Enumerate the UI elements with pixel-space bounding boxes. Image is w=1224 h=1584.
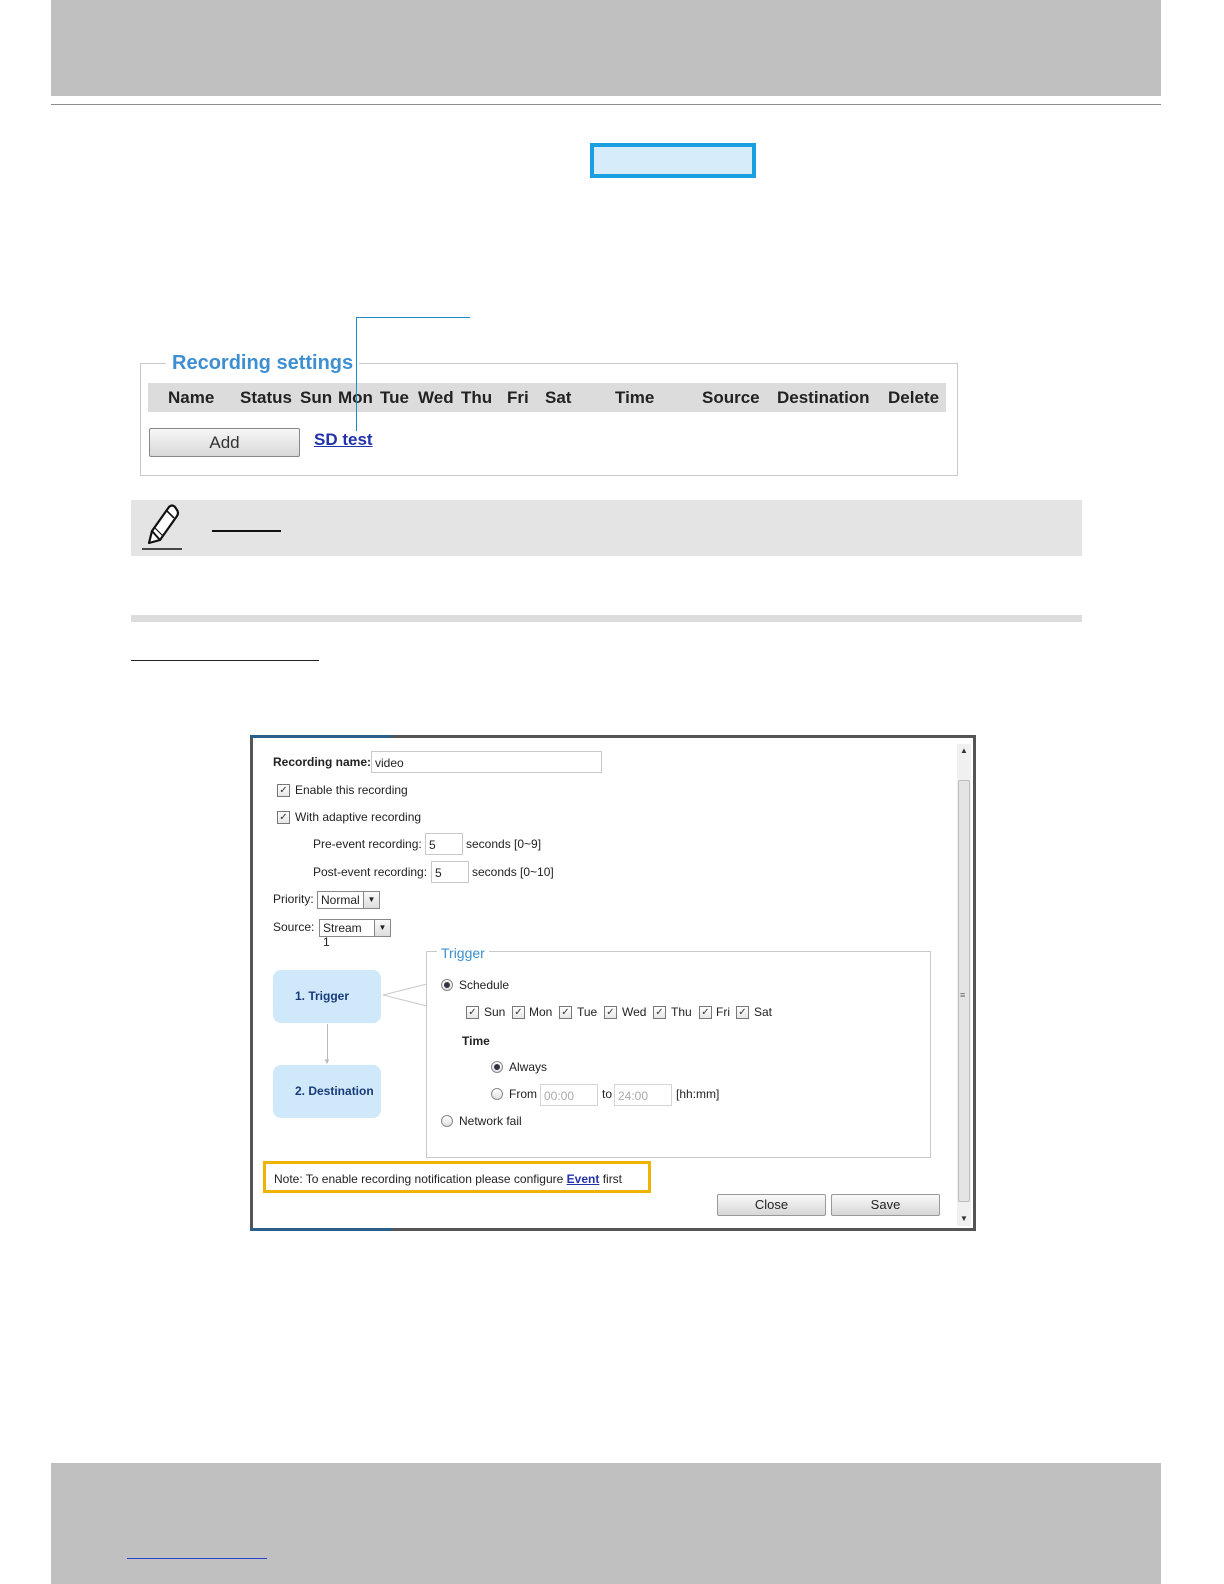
callout-line-vertical xyxy=(356,317,357,431)
priority-select-value: Normal xyxy=(321,893,360,907)
enable-recording-label: Enable this recording xyxy=(295,783,408,797)
column-tue: Tue xyxy=(380,388,409,407)
post-event-input[interactable]: 5 xyxy=(431,861,469,883)
configure-event-link[interactable]: Event xyxy=(567,1172,600,1186)
always-label: Always xyxy=(509,1060,548,1074)
enable-recording-checkbox[interactable]: ✓ xyxy=(277,784,290,797)
to-label: to xyxy=(602,1087,613,1101)
add-recording-button[interactable]: Add xyxy=(149,428,300,457)
pre-event-unit: seconds [0~9] xyxy=(466,837,542,851)
column-delete: Delete xyxy=(888,388,940,407)
day-checkbox-sat[interactable]: ✓ xyxy=(736,1006,749,1019)
column-sun: Sun xyxy=(300,388,333,407)
scroll-up-icon[interactable]: ▲ xyxy=(957,744,971,758)
from-label: From xyxy=(509,1087,537,1101)
day-checkbox-wed[interactable]: ✓ xyxy=(604,1006,617,1019)
column-sat: Sat xyxy=(545,388,572,407)
footer-link-underline xyxy=(127,1558,267,1559)
day-label-sun: Sun xyxy=(484,1005,506,1019)
pre-event-label: Pre-event recording: xyxy=(313,837,422,851)
day-label-sat: Sat xyxy=(754,1005,773,1019)
priority-label: Priority: xyxy=(273,892,314,906)
chevron-down-icon: ▼ xyxy=(363,892,379,908)
dialog-bottom-accent xyxy=(250,1228,392,1231)
network-fail-radio[interactable] xyxy=(441,1115,453,1127)
column-source: Source xyxy=(702,388,760,407)
header-divider xyxy=(51,104,1161,105)
day-label-mon: Mon xyxy=(529,1005,553,1019)
section-heading-rule xyxy=(131,660,319,661)
step-trigger[interactable]: 1. Trigger xyxy=(273,970,381,1023)
dialog-top-accent xyxy=(250,735,392,738)
callout-line-horizontal xyxy=(356,317,470,318)
step-destination[interactable]: 2. Destination xyxy=(273,1065,381,1118)
column-name: Name xyxy=(168,388,215,407)
pencil-icon xyxy=(142,504,182,550)
network-fail-label: Network fail xyxy=(459,1114,522,1128)
trigger-title: Trigger xyxy=(437,945,489,961)
column-status: Status xyxy=(240,388,292,407)
day-label-fri: Fri xyxy=(716,1005,730,1019)
column-fri: Fri xyxy=(507,388,529,407)
note-bar xyxy=(131,500,1082,556)
schedule-radio[interactable] xyxy=(441,979,453,991)
highlight-box xyxy=(590,143,756,178)
scroll-down-icon[interactable]: ▼ xyxy=(957,1212,971,1226)
step-connector xyxy=(327,1024,328,1060)
adaptive-recording-label: With adaptive recording xyxy=(295,810,422,824)
time-range-radio[interactable] xyxy=(491,1088,503,1100)
chevron-down-icon: ▼ xyxy=(374,920,390,936)
page-header-band xyxy=(51,0,1161,96)
day-checkbox-thu[interactable]: ✓ xyxy=(653,1006,666,1019)
recording-settings-panel xyxy=(140,363,958,476)
event-notification-note: Note: To enable recording notification p… xyxy=(263,1161,651,1193)
recording-name-label: Recording name: xyxy=(273,755,372,769)
dialog-scrollbar[interactable]: ▲ ≡ ▼ xyxy=(957,744,971,1226)
time-heading: Time xyxy=(462,1034,490,1048)
recording-name-input[interactable]: video xyxy=(371,751,602,773)
day-label-tue: Tue xyxy=(577,1005,598,1019)
close-button[interactable]: Close xyxy=(717,1194,826,1216)
schedule-label: Schedule xyxy=(459,978,510,992)
recording-dialog: Recording name: video ✓ Enable this reco… xyxy=(250,735,976,1231)
recording-entry-link[interactable]: SD test xyxy=(314,430,373,450)
day-checkbox-sun[interactable]: ✓ xyxy=(466,1006,479,1019)
from-time-input[interactable]: 00:00 xyxy=(540,1084,598,1106)
note-heading-rule xyxy=(212,530,281,532)
always-radio[interactable] xyxy=(491,1061,503,1073)
source-label: Source: xyxy=(273,920,315,934)
day-checkbox-mon[interactable]: ✓ xyxy=(512,1006,525,1019)
day-checkbox-fri[interactable]: ✓ xyxy=(699,1006,712,1019)
time-format-hint: [hh:mm] xyxy=(676,1087,720,1101)
column-wed: Wed xyxy=(418,388,454,407)
source-select-value: Stream 1 xyxy=(323,921,362,949)
priority-select[interactable]: Normal ▼ xyxy=(317,891,380,909)
step-pointer xyxy=(383,983,427,1007)
scroll-grip-icon: ≡ xyxy=(960,990,966,1000)
page-footer-band xyxy=(51,1463,1161,1584)
save-button[interactable]: Save xyxy=(831,1194,940,1216)
day-checkbox-tue[interactable]: ✓ xyxy=(559,1006,572,1019)
column-thu: Thu xyxy=(461,388,493,407)
day-label-thu: Thu xyxy=(671,1005,692,1019)
pre-event-input[interactable]: 5 xyxy=(425,833,463,855)
to-time-input[interactable]: 24:00 xyxy=(614,1084,672,1106)
recording-settings-title: Recording settings xyxy=(166,352,360,375)
post-event-unit: seconds [0~10] xyxy=(472,865,554,879)
adaptive-recording-checkbox[interactable]: ✓ xyxy=(277,811,290,824)
day-label-wed: Wed xyxy=(622,1005,647,1019)
post-event-label: Post-event recording: xyxy=(313,865,428,879)
column-time: Time xyxy=(615,388,655,407)
note-suffix: first xyxy=(602,1172,623,1186)
note-text: Note: To enable recording notification p… xyxy=(274,1172,564,1186)
section-divider-bar xyxy=(131,615,1082,622)
column-destination: Destination xyxy=(777,388,870,407)
source-select[interactable]: Stream 1 ▼ xyxy=(319,919,391,949)
